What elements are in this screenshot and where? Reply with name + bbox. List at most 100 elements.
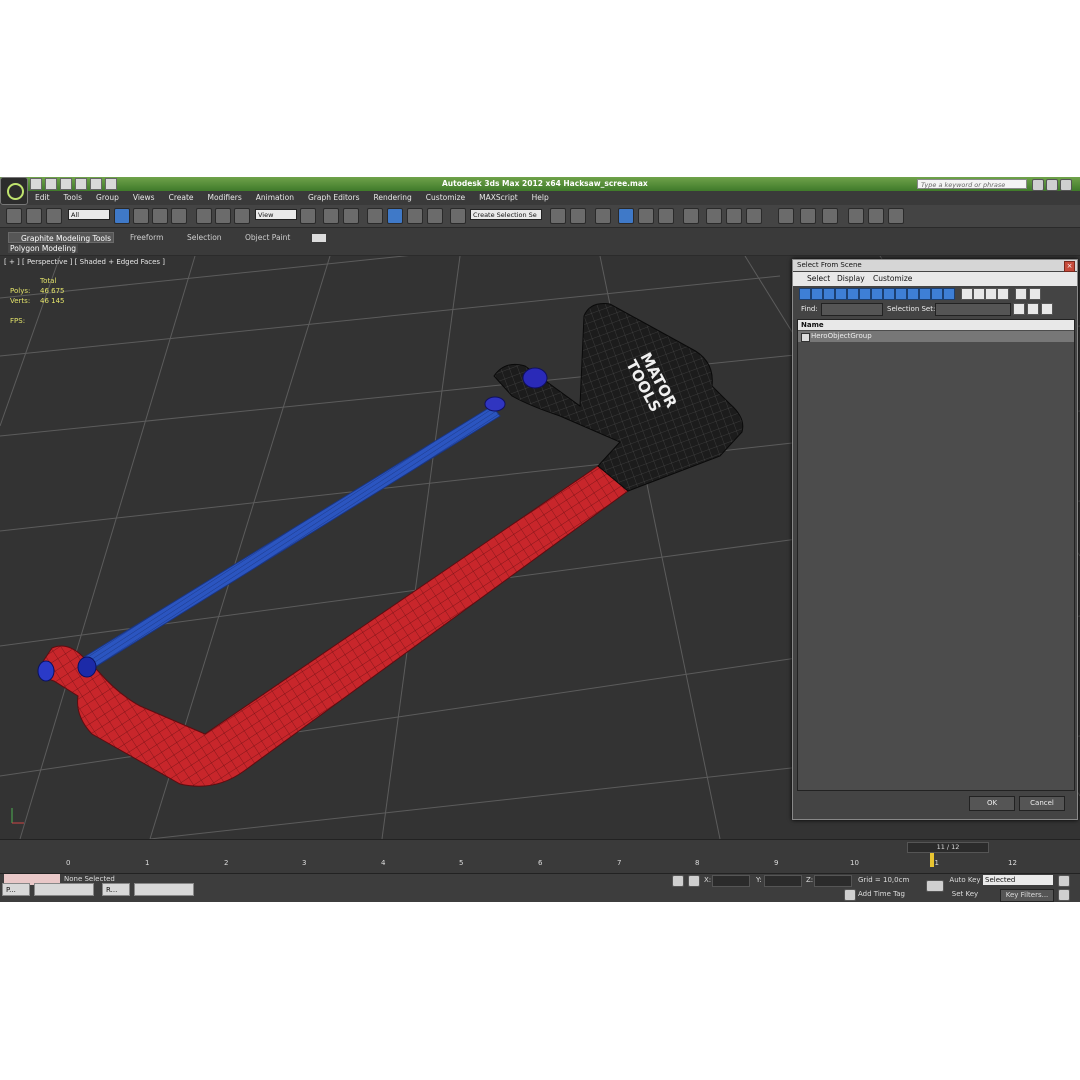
help-icon[interactable] [1046,179,1058,191]
select-children-icon[interactable] [1013,303,1025,315]
tab-freeform[interactable]: Freeform [130,232,163,243]
display-groups-icon[interactable] [871,288,883,300]
display-geometry-icon[interactable] [799,288,811,300]
undo-icon[interactable] [75,178,87,190]
graphite-toggle-icon[interactable] [618,208,634,224]
add-time-tag-button[interactable]: Add Time Tag [858,890,905,898]
pivot-center-icon[interactable] [300,208,316,224]
angle-snap-icon[interactable] [387,208,403,224]
tab-graphite-modeling-tools[interactable]: Graphite Modeling Tools [8,232,114,243]
viewport-label[interactable]: [ + ] [ Perspective ] [ Shaded + Edged F… [4,258,165,266]
display-cameras-icon[interactable] [835,288,847,300]
plugin-a-icon[interactable] [848,208,864,224]
scale-icon[interactable] [234,208,250,224]
display-bones-icon[interactable] [895,288,907,300]
set-key-button[interactable]: Set Key [948,889,982,900]
menu-graph-editors[interactable]: Graph Editors [301,192,367,204]
material-editor-icon[interactable] [683,208,699,224]
tab-object-paint[interactable]: Object Paint [245,232,290,243]
binoculars-icon[interactable] [1032,179,1044,191]
dialog-menu-select[interactable]: Select [807,274,830,283]
curve-editor-icon[interactable] [638,208,654,224]
column-name-header[interactable]: Name [798,320,1074,330]
rectangular-region-icon[interactable] [152,208,168,224]
move-icon[interactable] [196,208,212,224]
invert-display-icon[interactable] [973,288,985,300]
minimize-icon[interactable] [1060,179,1072,191]
app-logo[interactable] [0,177,28,205]
display-containers-icon[interactable] [907,288,919,300]
edit-named-selection-icon[interactable] [450,208,466,224]
y-coordinate-field[interactable] [764,875,802,887]
select-and-manipulate-icon[interactable] [323,208,339,224]
time-tag-icon[interactable] [844,889,856,901]
rendered-frame-window-icon[interactable] [726,208,742,224]
z-coordinate-field[interactable] [814,875,852,887]
dialog-menu-display[interactable]: Display [837,274,865,283]
filter-settings-icon[interactable] [1029,288,1041,300]
project-folder-icon[interactable] [105,178,117,190]
key-filters-button[interactable]: Key Filters... [1000,889,1054,902]
frame-indicator[interactable]: 11 / 12 [907,842,989,853]
go-to-start-icon[interactable] [1058,875,1070,887]
render-production-icon[interactable] [746,208,762,224]
named-selection-sets-dropdown[interactable]: Create Selection Se [470,209,542,220]
scene-states-icon[interactable] [800,208,816,224]
align-icon[interactable] [570,208,586,224]
menu-customize[interactable]: Customize [419,192,472,204]
save-file-icon[interactable] [60,178,72,190]
taskbar-item[interactable]: R... [102,883,130,896]
layer-manager-icon[interactable] [595,208,611,224]
set-key-icon[interactable] [926,880,944,892]
display-space-warps-icon[interactable] [859,288,871,300]
tab-selection[interactable]: Selection [187,232,222,243]
auto-key-button[interactable]: Auto Key [948,875,982,885]
menu-create[interactable]: Create [162,192,201,204]
select-object-icon[interactable] [114,208,130,224]
display-helpers-icon[interactable] [847,288,859,300]
absolute-mode-icon[interactable] [688,875,700,887]
open-file-icon[interactable] [45,178,57,190]
display-none-icon[interactable] [961,288,973,300]
select-influences-icon[interactable] [1041,303,1053,315]
sync-selection-icon[interactable] [985,288,997,300]
display-frozen-icon[interactable] [919,288,931,300]
find-input[interactable] [821,303,883,316]
window-crossing-icon[interactable] [171,208,187,224]
current-frame-marker[interactable] [930,853,934,867]
menu-help[interactable]: Help [525,192,556,204]
bind-space-warp-icon[interactable] [46,208,62,224]
search-input[interactable]: Type a keyword or phrase [917,179,1027,189]
container-icon[interactable] [778,208,794,224]
taskbar-item[interactable]: P... [2,883,30,896]
schematic-view-icon[interactable] [658,208,674,224]
redo-icon[interactable] [90,178,102,190]
display-xrefs-icon[interactable] [883,288,895,300]
display-shapes-icon[interactable] [811,288,823,300]
x-coordinate-field[interactable] [712,875,750,887]
menu-maxscript[interactable]: MAXScript [472,192,525,204]
menu-rendering[interactable]: Rendering [366,192,418,204]
keyboard-shortcut-icon[interactable] [343,208,359,224]
panel-polygon-modeling[interactable]: Polygon Modeling [8,244,78,253]
close-icon[interactable]: × [1064,261,1075,272]
list-item[interactable]: HeroObjectGroup [798,331,1074,342]
select-dependents-icon[interactable] [1027,303,1039,315]
reference-coordinate-dropdown[interactable]: View [255,209,297,220]
menu-modifiers[interactable]: Modifiers [201,192,249,204]
spinner-snap-icon[interactable] [427,208,443,224]
percent-snap-icon[interactable] [407,208,423,224]
plugin-b-icon[interactable] [868,208,884,224]
plugin-c-icon[interactable] [888,208,904,224]
key-mode-dropdown[interactable]: Selected [983,875,1053,885]
display-lights-icon[interactable] [823,288,835,300]
menu-animation[interactable]: Animation [249,192,301,204]
object-paint-icon[interactable] [822,208,838,224]
track-bar[interactable]: 0 1 2 3 4 5 6 7 8 9 10 11 12 [30,853,1050,873]
display-hidden-icon[interactable] [931,288,943,300]
selection-filter-dropdown[interactable]: All [68,209,110,220]
display-all-icon[interactable] [943,288,955,300]
taskbar-item-controls[interactable] [34,883,94,896]
playback-icon[interactable] [1058,889,1070,901]
rotate-icon[interactable] [215,208,231,224]
